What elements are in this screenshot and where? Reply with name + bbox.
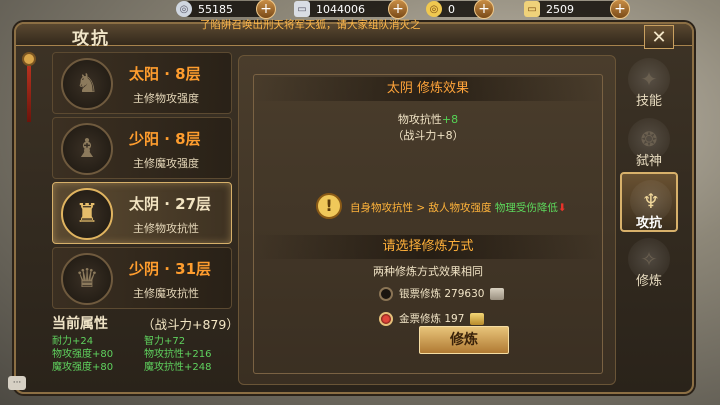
attr-magic-attack: 魔攻强度+80 xyxy=(52,362,114,373)
option-gold[interactable]: 金票修炼 197 xyxy=(379,311,485,326)
effect-stat: 物攻抗性+8 xyxy=(254,111,602,127)
list-item-name: 少阳 · 8层 xyxy=(129,130,201,148)
attr-stamina: 耐力+24 xyxy=(52,336,94,347)
down-arrow-icon: ⬇ xyxy=(557,202,567,214)
list-item-taiyin[interactable]: ♜ 太阴 · 27层 主修物攻抗性 xyxy=(52,182,232,244)
tab-godslayer[interactable]: ❂ 弑神 xyxy=(620,112,678,172)
attributes-combat-power: （战斗力+879） xyxy=(142,317,239,332)
tiger-emblem-icon: ♛ xyxy=(61,253,113,305)
silver-coin-icon: ◎ xyxy=(176,1,192,17)
gold-coin-resource: ◎ 0 + xyxy=(426,0,494,19)
tab-label: 技能 xyxy=(635,94,662,109)
side-tabs: ✦ 技能 ❂ 弑神 ♆ 攻抗 ✧ 修炼 xyxy=(620,52,678,292)
option-gold-value: 197 xyxy=(444,312,465,325)
silver-ticket-icon: ▭ xyxy=(294,1,310,17)
tab-attack-resist[interactable]: ♆ 攻抗 xyxy=(620,172,678,232)
method-subtitle: 两种修炼方式效果相同 xyxy=(373,265,483,278)
silver-radio[interactable] xyxy=(379,286,393,301)
attr-magic-resist: 魔攻抗性+248 xyxy=(144,362,212,373)
list-item-taiyang[interactable]: ♞ 太阳 · 8层 主修物攻强度 xyxy=(52,52,232,114)
tortoise-emblem-icon: ♜ xyxy=(61,188,113,240)
option-silver[interactable]: 银票修炼 279630 xyxy=(379,286,505,301)
silver-coin-value: 55185 xyxy=(198,2,233,16)
gold-ticket-value: 2509 xyxy=(546,2,574,16)
qilin-emblem-icon: ♞ xyxy=(61,58,113,110)
attr-phys-attack: 物攻强度+80 xyxy=(52,349,114,360)
method-title: 请选择修炼方式 xyxy=(254,235,602,259)
silver-ticket-value: 1044006 xyxy=(316,2,365,16)
attr-phys-resist: 物攻抗性+216 xyxy=(144,349,212,360)
attr-intelligence: 智力+72 xyxy=(144,336,186,347)
gold-ticket-icon: ▭ xyxy=(524,1,540,17)
attribute-row: 物攻强度+80 物攻抗性+216 xyxy=(52,348,237,361)
attribute-row: 耐力+24 智力+72 xyxy=(52,335,237,348)
option-silver-value: 279630 xyxy=(444,287,485,300)
effect-note: 自身物攻抗性 > 敌人物攻强度 物理受伤降低⬇ xyxy=(350,200,567,215)
cultivate-button[interactable]: 修炼 xyxy=(419,326,509,354)
effect-stat-value: +8 xyxy=(441,113,459,126)
effect-note-prefix: 自身物攻抗性 > 敌人物攻强度 xyxy=(350,202,492,214)
list-item-name: 太阳 · 8层 xyxy=(129,65,201,83)
tab-label: 弑神 xyxy=(635,154,662,169)
window-title: 攻抗 xyxy=(72,29,110,49)
list-item-name: 少阴 · 31层 xyxy=(129,260,212,278)
chat-button[interactable]: ··· xyxy=(8,376,26,390)
list-item-desc: 主修物攻强度 xyxy=(133,92,199,105)
silver-ticket-icon xyxy=(490,287,505,300)
option-gold-label: 金票修炼 xyxy=(399,313,441,325)
tassel-decoration xyxy=(27,66,31,122)
list-item-desc: 主修魔攻抗性 xyxy=(133,287,199,300)
server-announcement: 了陷阱召唤出刑天将军天狐，请大家组队消灭之 xyxy=(200,19,421,31)
jade-ornament-icon xyxy=(22,52,36,66)
tab-cultivation[interactable]: ✧ 修炼 xyxy=(620,232,678,292)
gold-radio[interactable] xyxy=(379,311,393,326)
effect-title: 太阴 修炼效果 xyxy=(254,77,602,101)
list-item-name: 太阴 · 27层 xyxy=(129,195,212,213)
gold-coin-icon: ◎ xyxy=(426,1,442,17)
tab-label: 攻抗 xyxy=(635,216,662,231)
list-item-shaoyin[interactable]: ♛ 少阴 · 31层 主修魔攻抗性 xyxy=(52,247,232,309)
effect-stat-label: 物攻抗性 xyxy=(397,113,442,126)
training-type-list: ♞ 太阳 · 8层 主修物攻强度 ♝ 少阳 · 8层 主修魔攻强度 ♜ 太阴 ·… xyxy=(52,52,232,312)
current-attributes: 当前属性 （战斗力+879） 耐力+24 智力+72 物攻强度+80 物攻抗性+… xyxy=(52,313,239,374)
tab-skills[interactable]: ✦ 技能 xyxy=(620,52,678,112)
gold-ticket-icon xyxy=(470,312,485,325)
gold-ticket-resource: ▭ 2509 + xyxy=(524,0,630,19)
phoenix-emblem-icon: ♝ xyxy=(61,123,113,175)
close-button[interactable]: ✕ xyxy=(644,25,674,49)
gold-coin-value: 0 xyxy=(448,2,455,16)
effect-note-suffix: 物理受伤降低 xyxy=(494,202,558,214)
list-item-shaoyang[interactable]: ♝ 少阳 · 8层 主修魔攻强度 xyxy=(52,117,232,179)
tab-label: 修炼 xyxy=(635,274,662,289)
exclamation-icon: ! xyxy=(316,193,342,219)
option-silver-label: 银票修炼 xyxy=(399,288,441,300)
add-gold-ticket-button[interactable]: + xyxy=(610,0,630,19)
effect-combat: （战斗力+8） xyxy=(392,129,464,142)
list-item-desc: 主修魔攻强度 xyxy=(133,157,199,170)
effect-panel: 太阴 修炼效果 物攻抗性+8 （战斗力+8） ! 自身物攻抗性 > 敌人物攻强度… xyxy=(238,55,616,385)
silver-ticket-resource: ▭ 1044006 + xyxy=(294,0,408,19)
silver-coin-resource: ◎ 55185 + xyxy=(176,0,276,19)
list-item-desc: 主修物攻抗性 xyxy=(133,222,199,235)
attribute-row: 魔攻强度+80 魔攻抗性+248 xyxy=(52,361,237,374)
